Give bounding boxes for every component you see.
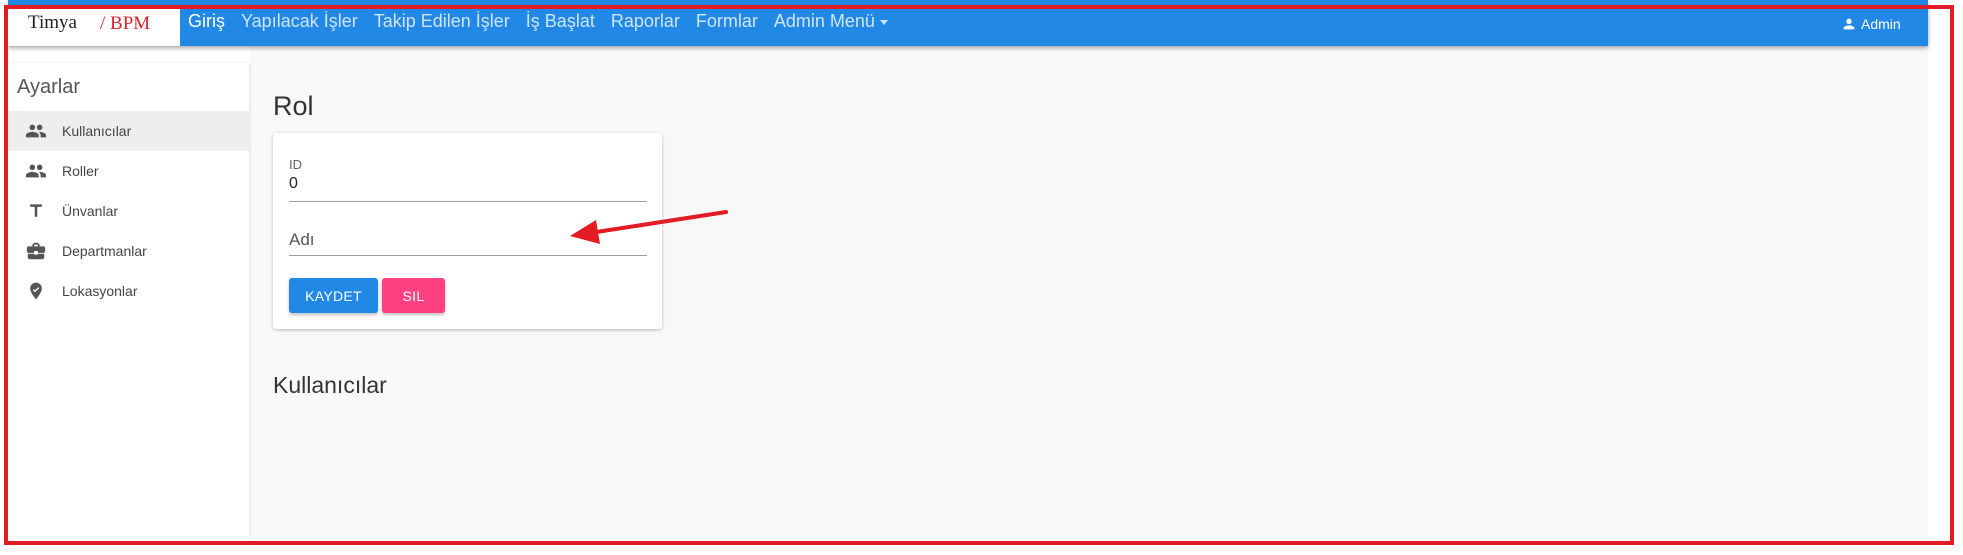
nav-item-formlar[interactable]: Formlar	[696, 11, 758, 32]
people-icon	[24, 159, 48, 183]
admin-menu-label: Admin Menü	[773, 11, 875, 31]
save-button[interactable]: KAYDET	[289, 278, 378, 313]
nav-item-raporlar[interactable]: Raporlar	[611, 11, 680, 32]
delete-button[interactable]: SIL	[382, 278, 445, 313]
sidebar-item-kullanicilar[interactable]: Kullanıcılar	[8, 111, 249, 151]
id-field[interactable]	[289, 175, 647, 193]
title-icon	[24, 199, 48, 223]
sidebar-item-label: Kullanıcılar	[62, 123, 132, 139]
page-title: Rol	[273, 91, 314, 121]
sidebar-title: Ayarlar	[17, 76, 80, 98]
sidebar-item-lokasyonlar[interactable]: Lokasyonlar	[8, 271, 249, 311]
name-field-underline	[289, 255, 647, 256]
location-icon	[24, 279, 48, 303]
nav-item-is-baslat[interactable]: İş Başlat	[526, 11, 595, 32]
id-field-label: ID	[289, 157, 302, 172]
nav-menu: Giriş Yapılacak İşler Takip Edilen İşler…	[188, 11, 904, 32]
nav-item-admin-menu[interactable]: Admin Menü	[774, 11, 888, 32]
briefcase-icon	[24, 239, 48, 263]
sidebar-item-label: Roller	[62, 163, 99, 179]
sidebar-item-unvanlar[interactable]: Ünvanlar	[8, 191, 249, 231]
brand-suffix: / BPM	[100, 13, 151, 34]
sidebar-item-label: Ünvanlar	[62, 203, 119, 219]
chevron-down-icon	[879, 19, 888, 25]
sidebar-item-departmanlar[interactable]: Departmanlar	[8, 231, 249, 271]
brand-logo[interactable]: Timya / BPM	[8, 6, 180, 46]
person-icon	[1843, 18, 1855, 30]
people-icon	[24, 119, 48, 143]
sidebar: Ayarlar Kullanıcılar Roller Ünvanlar Dep…	[8, 63, 249, 536]
annotation-arrow-icon	[570, 210, 728, 244]
sidebar-item-roller[interactable]: Roller	[8, 151, 249, 191]
sidebar-item-label: Departmanlar	[62, 243, 147, 259]
nav-item-takip-edilen-isler[interactable]: Takip Edilen İşler	[374, 11, 510, 32]
user-name: Admin	[1861, 16, 1901, 32]
users-section-title: Kullanıcılar	[273, 372, 387, 398]
nav-item-yapilacak-isler[interactable]: Yapılacak İşler	[241, 11, 358, 32]
top-navbar: Timya / BPM Giriş Yapılacak İşler Takip …	[8, 0, 1928, 46]
brand-name: Timya	[28, 12, 77, 33]
nav-item-giris[interactable]: Giriş	[188, 11, 225, 32]
user-menu[interactable]: Admin	[1841, 16, 1901, 32]
sidebar-item-label: Lokasyonlar	[62, 283, 138, 299]
